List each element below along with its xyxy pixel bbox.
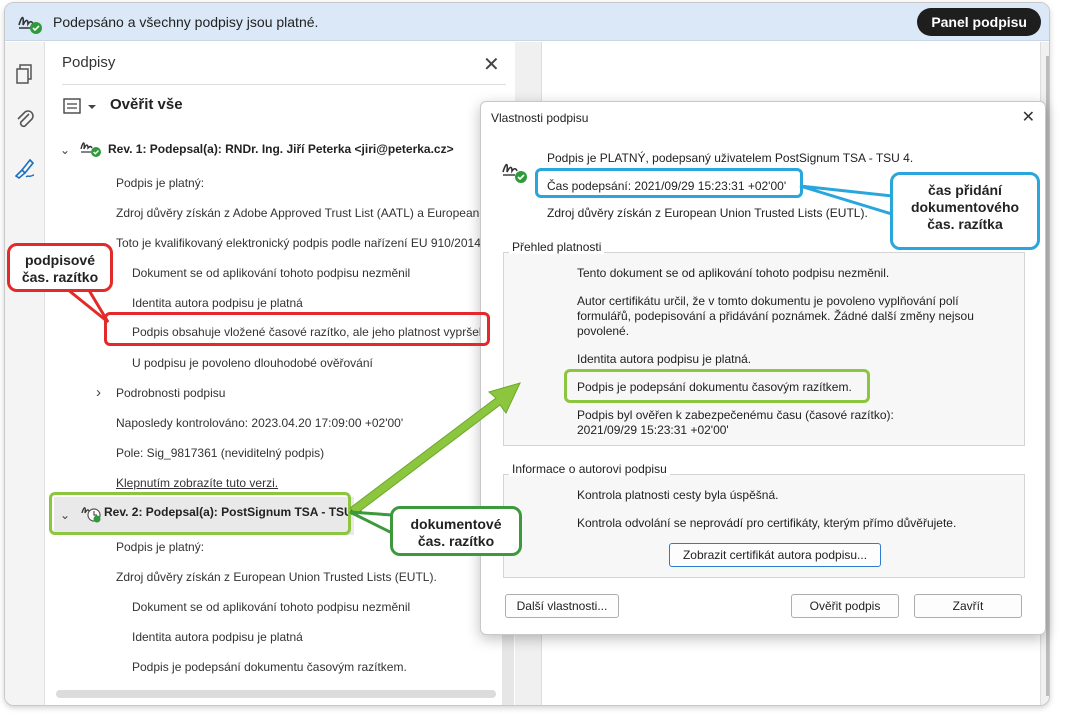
rev2-item: Podpis je podepsání dokumentu časovým ra… <box>132 660 407 674</box>
dialog-title: Vlastnosti podpisu <box>491 111 589 125</box>
signature-pen-icon[interactable] <box>13 156 37 180</box>
callout-line: čas. razítko <box>21 269 99 285</box>
rev2-item: Dokument se od aplikování tohoto podpisu… <box>132 600 411 614</box>
signature-valid-icon <box>502 163 527 183</box>
validity-summary: Podpis je PLATNÝ, podepsaný uživatelem P… <box>547 151 914 165</box>
rev1-item: Identita autora podpisu je platná <box>132 296 303 310</box>
signature-panel-button[interactable]: Panel podpisu <box>917 8 1041 36</box>
chevron-right-icon[interactable]: › <box>96 384 101 401</box>
options-menu-icon[interactable] <box>62 96 102 118</box>
rev1-item: Toto je kvalifikovaný elektronický podpi… <box>116 236 481 250</box>
rev1-item: Podpis je platný: <box>116 176 205 190</box>
highlight-rev2 <box>49 492 351 535</box>
validity-line: povolené. <box>577 324 630 338</box>
highlight-timestamp-line <box>564 369 870 403</box>
callout-line: čas. razítka <box>927 216 1003 232</box>
signer-line: Kontrola platnosti cesty byla úspěšná. <box>577 488 779 502</box>
horizontal-scrollbar[interactable] <box>56 690 496 698</box>
rev1-item: Pole: Sig_9817361 (neviditelný podpis) <box>116 446 325 460</box>
group-label: Přehled platnosti <box>509 240 605 254</box>
pages-icon[interactable] <box>13 62 37 86</box>
signer-line: Kontrola odvolání se neprovádí pro certi… <box>577 516 957 530</box>
callout-signature-timestamp: podpisové čas. razítko <box>7 243 113 292</box>
group-label: Informace o autorovi podpisu <box>509 462 670 476</box>
signature-details-item[interactable]: Podrobnosti podpisu <box>116 386 225 400</box>
close-icon[interactable]: ✕ <box>1022 107 1035 127</box>
close-button[interactable]: Zavřít <box>914 594 1022 618</box>
rev2-item: Podpis je platný: <box>116 540 205 554</box>
highlight-expired-timestamp <box>104 312 490 346</box>
verify-signature-button[interactable]: Ověřit podpis <box>791 594 899 618</box>
validity-line: Identita autora podpisu je platná. <box>577 352 752 366</box>
left-tool-rail <box>5 42 45 705</box>
rev1-item: Zdroj důvěry získán z Adobe Approved Tru… <box>116 206 486 220</box>
view-version-link[interactable]: Klepnutím zobrazíte tuto verzi. <box>116 476 278 490</box>
validity-line: formulářů, podepisování a přidávání pozn… <box>577 309 974 323</box>
document-scrollbar[interactable] <box>1046 56 1049 696</box>
callout-document-timestamp-time: čas přidání dokumentového čas. razítka <box>890 172 1040 250</box>
callout-line: dokumentové <box>410 516 502 532</box>
rev1-header[interactable]: Rev. 1: Podepsal(a): RNDr. Ing. Jiří Pet… <box>108 142 454 156</box>
signature-status-text: Podepsáno a všechny podpisy jsou platné. <box>53 14 319 30</box>
rev2-item: Identita autora podpisu je platná <box>132 630 303 644</box>
validity-line: Podpis byl ověřen k zabezpečenému času (… <box>577 408 894 422</box>
attachment-icon[interactable] <box>13 108 37 132</box>
more-properties-button[interactable]: Další vlastnosti... <box>505 594 619 618</box>
verify-all-button[interactable]: Ověřit vše <box>110 96 183 113</box>
signature-valid-icon <box>80 142 101 157</box>
show-certificate-button[interactable]: Zobrazit certifikát autora podpisu... <box>669 543 881 567</box>
rev2-item: Zdroj důvěry získán z European Union Tru… <box>116 570 437 584</box>
close-icon[interactable]: ✕ <box>483 52 500 77</box>
signature-status-bar: Podepsáno a všechny podpisy jsou platné.… <box>5 3 1049 41</box>
chevron-down-icon[interactable]: ⌄ <box>60 143 70 157</box>
highlight-signing-time <box>535 168 803 198</box>
signatures-panel: Podpisy ✕ Ověřit vše ⌄ Rev. 1: Podepsal(… <box>46 42 514 705</box>
validity-line: Autor certifikátu určil, že v tomto doku… <box>577 294 959 308</box>
validity-line: 2021/09/29 15:23:31 +02'00' <box>577 423 729 437</box>
panel-title: Podpisy <box>62 54 116 71</box>
rev1-item: U podpisu je povoleno dlouhodobé ověřová… <box>132 356 373 370</box>
rev1-item: Naposledy kontrolováno: 2023.04.20 17:09… <box>116 416 404 430</box>
signature-valid-icon <box>18 16 42 34</box>
panel-divider <box>62 84 506 85</box>
trust-source: Zdroj důvěry získán z European Union Tru… <box>547 206 868 220</box>
callout-line: podpisové <box>24 252 95 268</box>
callout-document-timestamp: dokumentové čas. razítko <box>390 506 522 556</box>
validity-line: Tento dokument se od aplikování tohoto p… <box>577 266 890 280</box>
callout-line: dokumentového <box>910 199 1020 215</box>
callout-line: čas přidání <box>928 182 1002 198</box>
callout-line: čas. razítko <box>417 533 495 549</box>
rev1-item: Dokument se od aplikování tohoto podpisu… <box>132 266 411 280</box>
